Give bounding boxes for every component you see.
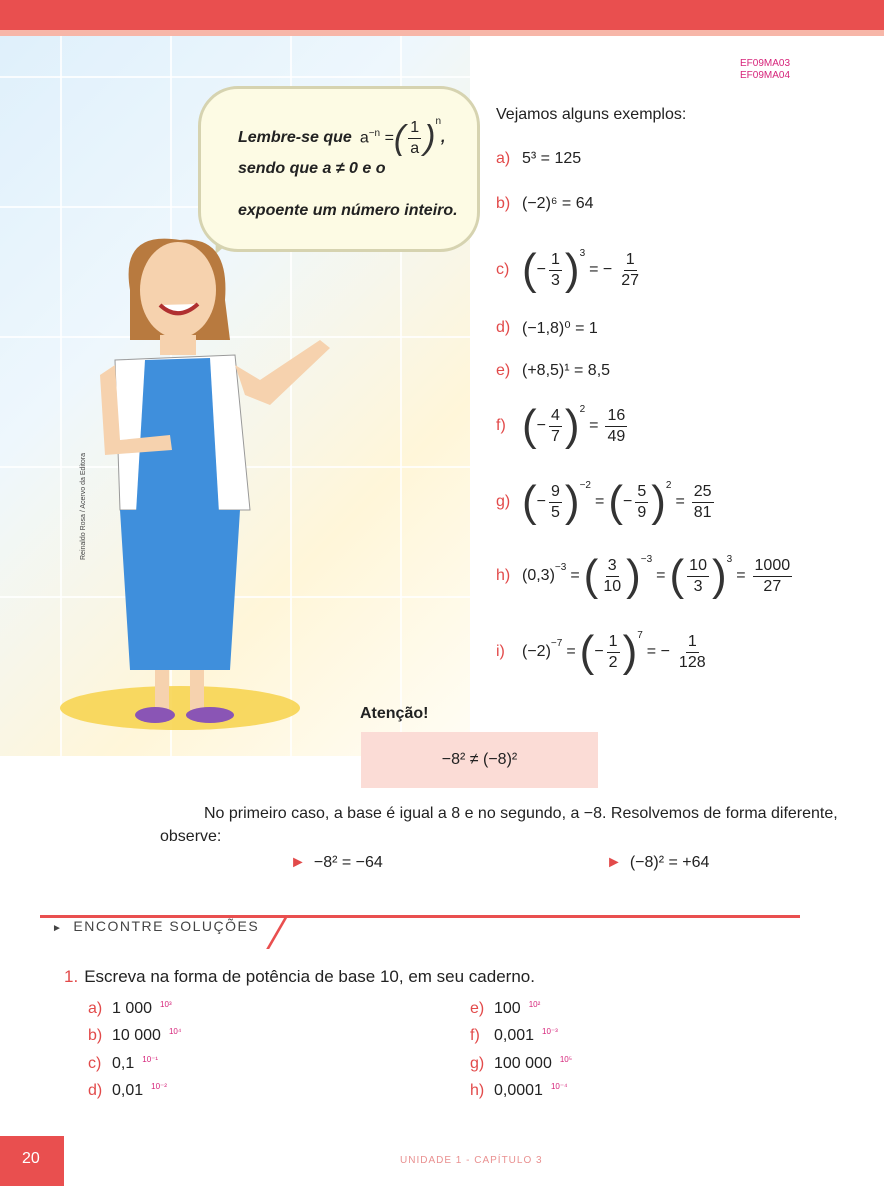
- page-number: 20: [22, 1150, 40, 1167]
- bullet-item-1: ► −8² = −64: [290, 854, 383, 871]
- section-title: ► ENCONTRE SOLUÇÕES: [52, 918, 260, 934]
- section-divider-slash: [266, 915, 289, 949]
- illustration-credit: Reinaldo Rosa / Acervo da Editora: [80, 452, 87, 560]
- footer-chapter: UNIDADE 1 - CAPÍTULO 3: [400, 1155, 543, 1166]
- answer-item-f: f) 0,001 10⁻³: [470, 1027, 558, 1044]
- examples-intro: Vejamos alguns exemplos:: [496, 106, 687, 123]
- answer-item-h: h) 0,0001 10⁻⁴: [470, 1082, 568, 1099]
- example-h: h) (0,3) −3 = (3 10) −3 = (10 3) 3 = 1000 27: [496, 551, 793, 600]
- example-i: i) (−2) −7 = (−1 2) 7 = −1 128: [496, 627, 706, 676]
- example-d: d) (−1,8)⁰ = 1: [496, 319, 598, 337]
- attention-box: −8² ≠ (−8)²: [361, 732, 598, 788]
- bubble-line-3: expoente um número inteiro.: [238, 202, 458, 219]
- answer-item-a: a) 1 000 10³: [88, 1000, 172, 1017]
- bullet-item-2: ► (−8)² = +64: [606, 854, 710, 871]
- example-f: f) (−4 7) 2 = 16 49: [496, 401, 628, 450]
- bubble-line-2: sendo que a ≠ 0 e o: [238, 160, 386, 177]
- answer-item-c: c) 0,1 10⁻¹: [88, 1055, 159, 1072]
- example-g: g) (−9 5) −2 = (−5 9) 2 = 25 81: [496, 477, 714, 526]
- example-e: e) (+8,5)¹ = 8,5: [496, 362, 611, 379]
- answer-item-e: e) 100 10²: [470, 1000, 541, 1017]
- question-1: 1. Escreva na forma de potência de base 1…: [64, 967, 535, 986]
- answer-item-g: g) 100 000 10⁵: [470, 1055, 573, 1072]
- example-a: a) 5³ = 125: [496, 150, 582, 167]
- header-bar: [0, 0, 884, 30]
- example-c: c) (−1 3) 3 = −1 27: [496, 245, 640, 294]
- curriculum-codes: EF09MA03 EF09MA04: [740, 58, 791, 81]
- answer-item-d: d) 0,01 10⁻²: [88, 1082, 167, 1099]
- answer-item-b: b) 10 000 10⁴: [88, 1027, 182, 1044]
- explanation-paragraph: No primeiro caso, a base é igual a 8 e n…: [160, 805, 838, 845]
- teacher-illustration: [60, 238, 330, 730]
- bubble-line-1: Lembre-se que a−n = ( 1a ) n,: [238, 116, 446, 157]
- attention-title: Atenção!: [360, 705, 429, 722]
- example-b: b) (−2)⁶ = 64: [496, 195, 594, 212]
